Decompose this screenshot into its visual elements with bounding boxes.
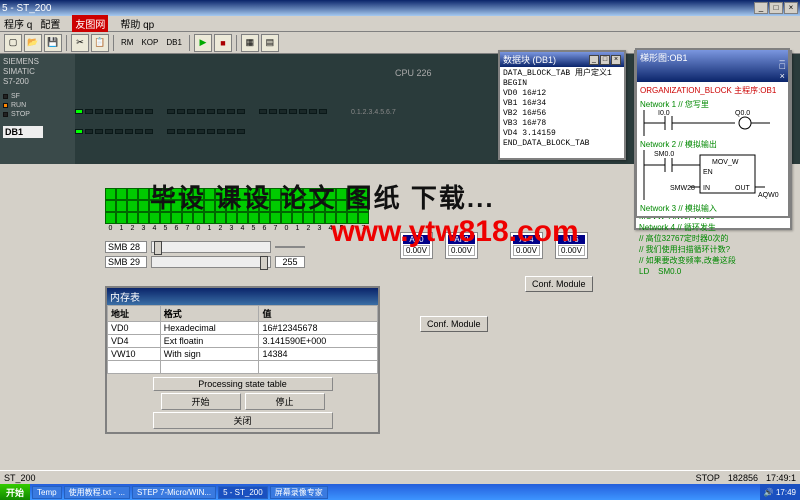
- ladder-max-icon[interactable]: □: [780, 61, 785, 71]
- io-row-inputs: 0.1.2.3.4.5.6.7: [75, 109, 396, 116]
- table-row: VW10With sign14384: [108, 348, 378, 361]
- ladder-title: 梯形图:OB1: [640, 51, 688, 81]
- tool-stop-icon[interactable]: ■: [214, 34, 232, 52]
- stop-button[interactable]: 停止: [245, 393, 325, 410]
- close-button[interactable]: ×: [784, 2, 798, 14]
- cpu-label: CPU 226: [395, 68, 432, 78]
- table-row: VD0Hexadecimal16#12345678: [108, 322, 378, 335]
- taskbar: 开始 Temp 使用教程.txt - ... STEP 7-Micro/WIN.…: [0, 484, 800, 500]
- taskbar-item[interactable]: 屏幕录像专家: [270, 486, 328, 499]
- status-bar: ST_200 STOP 182856 17:49:1: [0, 470, 800, 484]
- memory-table-title[interactable]: 内存表: [107, 288, 378, 305]
- minimize-button[interactable]: _: [754, 2, 768, 14]
- tool-save-icon[interactable]: 💾: [44, 34, 62, 52]
- taskbar-item[interactable]: Temp: [32, 486, 62, 499]
- ladder-window[interactable]: 梯形图:OB1 _□× ORGANIZATION_BLOCK 主程序:OB1 N…: [635, 48, 790, 218]
- led-stop: [3, 112, 8, 117]
- db-label[interactable]: DB1: [3, 126, 43, 138]
- slider2-value: 255: [275, 256, 305, 268]
- svg-text:I0.0: I0.0: [658, 110, 670, 117]
- analog-ai4: AI 4 0.00V: [510, 232, 543, 259]
- db-window-title: 数据块 (DB1): [503, 53, 556, 66]
- brand-simatic: SIMATIC: [3, 67, 72, 77]
- svg-text:EN: EN: [703, 169, 713, 176]
- slider1-thumb[interactable]: [154, 241, 162, 255]
- tool-run-icon[interactable]: ▶: [194, 34, 212, 52]
- processing-button[interactable]: Processing state table: [153, 377, 333, 391]
- svg-text:SM0.0: SM0.0: [654, 151, 674, 158]
- window-title: 5 - ST_200: [2, 3, 754, 14]
- menu-help[interactable]: 帮助 qp: [120, 16, 154, 31]
- logo-badge: 友图网: [72, 15, 108, 32]
- taskbar-item[interactable]: STEP 7-Micro/WIN...: [132, 486, 216, 499]
- tool-kop-label[interactable]: KOP: [138, 38, 161, 47]
- tool-rm-label[interactable]: RM: [118, 38, 136, 47]
- slider1-value: [275, 246, 305, 248]
- conf-module-button-1[interactable]: Conf. Module: [525, 276, 593, 292]
- ladder-close-icon[interactable]: ×: [780, 71, 785, 81]
- close-button-mem[interactable]: 关闭: [153, 412, 333, 429]
- start-button[interactable]: 开始: [0, 484, 30, 500]
- status-stop: STOP: [696, 473, 720, 483]
- menu-bar: 程序 q 配置 友图网 帮助 qp: [0, 16, 800, 32]
- tool-extra1-icon[interactable]: ▦: [241, 34, 259, 52]
- brand-siemens: SIEMENS: [3, 57, 72, 67]
- title-bar: 5 - ST_200 _ □ ×: [0, 0, 800, 16]
- analog-ai6: AI 6 0.00V: [555, 232, 588, 259]
- svg-text:Q0.0: Q0.0: [735, 110, 750, 117]
- svg-text:AQW0: AQW0: [758, 192, 779, 199]
- slider2-label: SMB 29: [105, 256, 147, 268]
- analog-ai0: AI 0 0.00V: [400, 232, 433, 259]
- tool-cut-icon[interactable]: ✂: [71, 34, 89, 52]
- io-row-outputs: [75, 129, 256, 134]
- slider1-track[interactable]: [151, 241, 271, 253]
- slider-panel: SMB 28 SMB 29 255: [105, 241, 305, 271]
- ladder-rung-1: I0.0 Q0.0: [640, 110, 785, 136]
- plc-status-panel: SIEMENS SIMATIC S7-200 SF RUN STOP DB1: [0, 54, 75, 164]
- data-block-window[interactable]: 数据块 (DB1) _□× DATA_BLOCK_TAB 用户定义1 BEGIN…: [498, 50, 626, 160]
- db-max-icon[interactable]: □: [600, 55, 610, 65]
- terminal-numbers: 012345670123456701234567: [105, 225, 375, 232]
- svg-text:SMW28: SMW28: [670, 185, 695, 192]
- taskbar-item[interactable]: 5 - ST_200: [218, 486, 268, 499]
- menu-program[interactable]: 程序 q: [4, 16, 32, 31]
- tool-new-icon[interactable]: ▢: [4, 34, 22, 52]
- svg-text:OUT: OUT: [735, 185, 751, 192]
- ladder-body: ORGANIZATION_BLOCK 主程序:OB1 Network 1 // …: [637, 82, 788, 217]
- table-row: VD4Ext floatin3.141590E+000: [108, 335, 378, 348]
- led-sf: [3, 94, 8, 99]
- conf-module-button-2[interactable]: Conf. Module: [420, 316, 488, 332]
- led-run: [3, 103, 8, 108]
- analog-ai2: AI 2 0.00V: [445, 232, 478, 259]
- tool-paste-icon[interactable]: 📋: [91, 34, 109, 52]
- tool-open-icon[interactable]: 📂: [24, 34, 42, 52]
- system-tray[interactable]: 🔊 17:49: [760, 484, 800, 500]
- memory-table-window: 内存表 地址格式值 VD0Hexadecimal16#12345678 VD4E…: [105, 286, 380, 434]
- brand-s7200: S7-200: [3, 77, 72, 87]
- taskbar-item[interactable]: 使用教程.txt - ...: [64, 486, 130, 499]
- ladder-min-icon[interactable]: _: [780, 51, 785, 61]
- status-time: 17:49:1: [766, 473, 796, 483]
- slider1-label: SMB 28: [105, 241, 147, 253]
- svg-text:IN: IN: [703, 185, 710, 192]
- maximize-button[interactable]: □: [769, 2, 783, 14]
- slider2-thumb[interactable]: [260, 256, 268, 270]
- memory-table: 地址格式值 VD0Hexadecimal16#12345678 VD4Ext f…: [107, 305, 378, 374]
- terminal-strip: 012345670123456701234567: [105, 188, 375, 232]
- tool-extra2-icon[interactable]: ▤: [261, 34, 279, 52]
- tool-db1-label[interactable]: DB1: [163, 38, 185, 47]
- ladder-rung-2: SM0.0 MOV_W EN SMW28 IN OUT AQW0: [640, 150, 785, 200]
- status-left: ST_200: [4, 473, 36, 483]
- table-row: [108, 361, 378, 374]
- slider2-track[interactable]: [151, 256, 271, 268]
- menu-config[interactable]: 配置: [40, 16, 60, 31]
- db-min-icon[interactable]: _: [589, 55, 599, 65]
- svg-text:MOV_W: MOV_W: [712, 159, 739, 166]
- db-code[interactable]: DATA_BLOCK_TAB 用户定义1 BEGIN VD0 16#12 VB1…: [500, 67, 624, 151]
- status-bytes: 182856: [728, 473, 758, 483]
- db-close-icon[interactable]: ×: [611, 55, 621, 65]
- start-button[interactable]: 开始: [161, 393, 241, 410]
